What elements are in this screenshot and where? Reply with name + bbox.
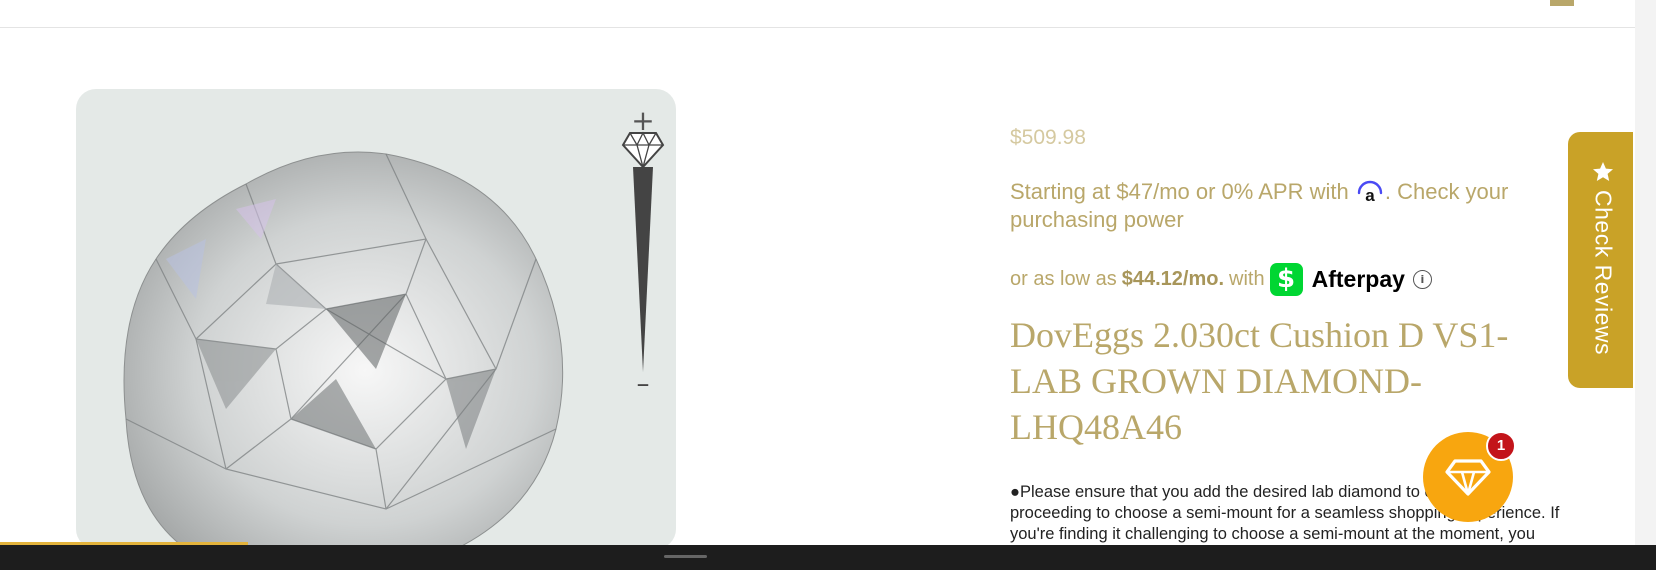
scroll-progress-bar <box>0 542 249 545</box>
svg-text:a: a <box>1365 186 1375 203</box>
afterpay-amount: $44.12/mo. <box>1121 268 1225 290</box>
star-icon <box>1593 162 1613 181</box>
bottom-drawer[interactable] <box>0 545 1656 570</box>
notification-badge: 1 <box>1486 431 1516 461</box>
top-header-bar <box>0 0 1635 28</box>
diamond-icon[interactable] <box>621 131 665 170</box>
product-image-gallery[interactable]: + – <box>76 89 676 549</box>
diamond-photo <box>123 151 564 549</box>
financing-prefix: Starting at $47/mo or 0% APR with <box>1010 179 1349 204</box>
gem-icon <box>1445 459 1491 496</box>
cash-app-icon: $ <box>1269 262 1303 296</box>
drawer-drag-handle[interactable] <box>664 555 707 558</box>
product-title: DovEggs 2.030ct Cushion D VS1-LAB GROWN … <box>1010 315 1509 447</box>
affirm-logo-icon: a <box>1357 180 1383 203</box>
product-price: $509.98 <box>1010 126 1086 149</box>
financing-offer[interactable]: Starting at $47/mo or 0% APR with a . Ch… <box>1010 178 1550 234</box>
page-scrollbar[interactable] <box>1635 0 1656 545</box>
afterpay-offer: or as low as $44.12/mo. with $ Afterpay … <box>1010 261 1432 297</box>
check-reviews-label: Check Reviews <box>1590 190 1617 355</box>
check-reviews-tab[interactable]: Check Reviews <box>1568 132 1633 388</box>
afterpay-brand: Afterpay <box>1311 265 1405 292</box>
afterpay-with: with <box>1229 268 1265 290</box>
afterpay-prefix: or as low as <box>1010 268 1117 290</box>
zoom-out-button[interactable]: – <box>626 371 660 397</box>
info-icon[interactable]: i <box>1412 269 1432 289</box>
zoom-slider[interactable] <box>620 129 666 379</box>
header-menu-icon[interactable] <box>1550 0 1574 6</box>
